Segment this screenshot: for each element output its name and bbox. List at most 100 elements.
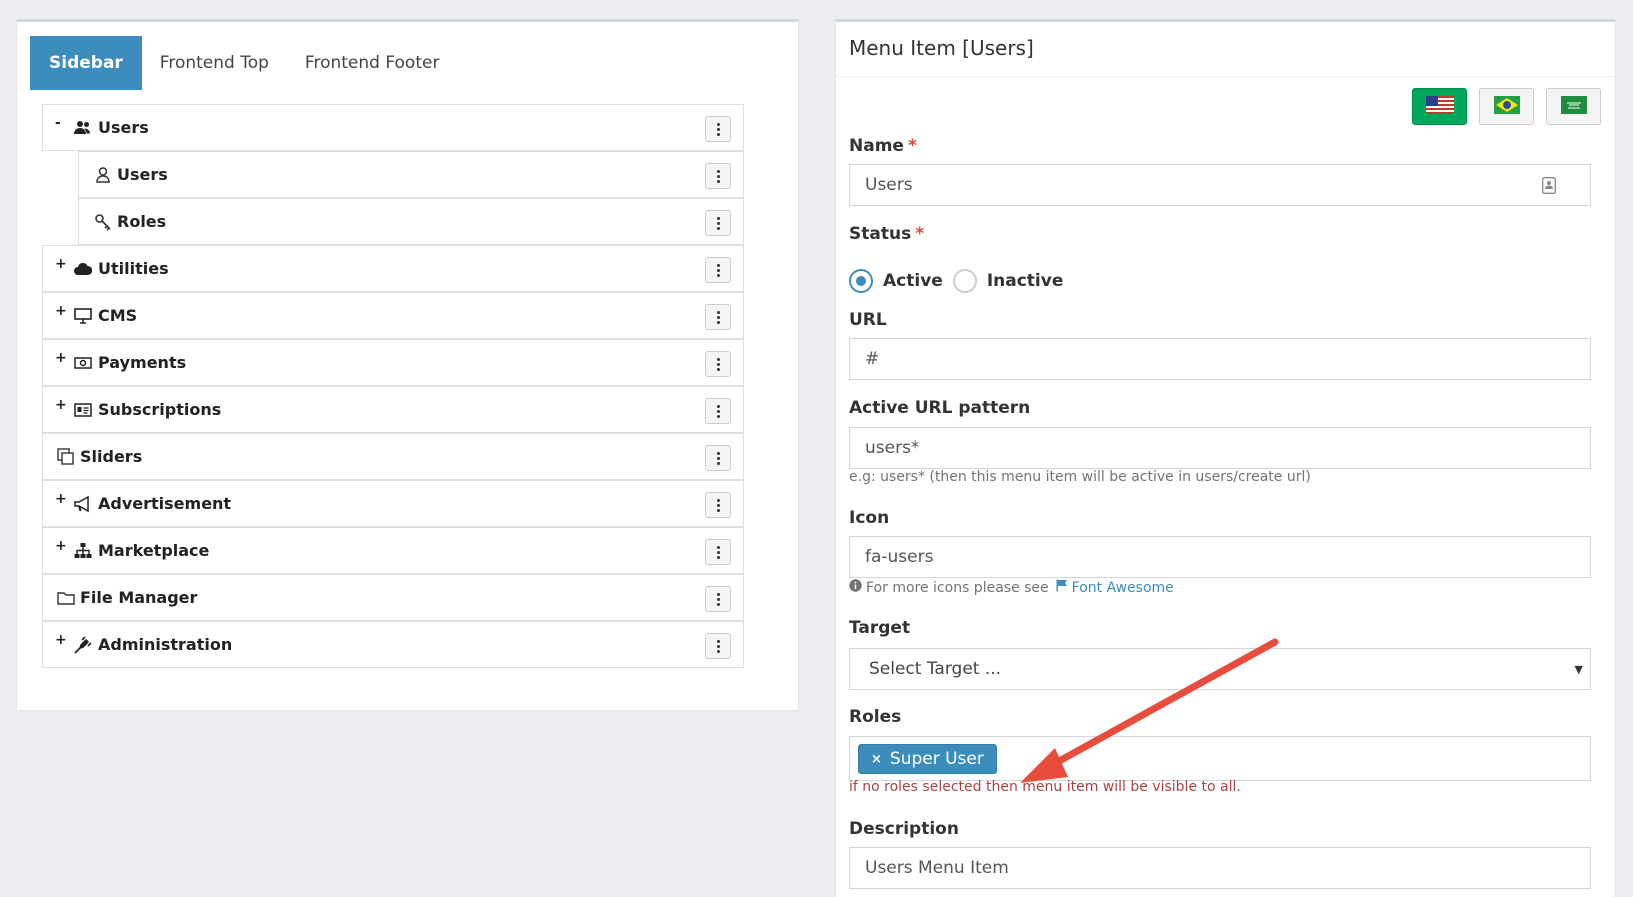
expand-toggle[interactable]: + [55, 632, 67, 648]
status-inactive-radio[interactable] [952, 269, 977, 293]
info-circle-icon [849, 579, 862, 596]
expand-toggle[interactable]: + [55, 256, 67, 272]
divider [836, 76, 1615, 77]
menu-item-payments[interactable]: + Payments [42, 339, 744, 386]
status-active-radio[interactable] [849, 269, 873, 293]
id-card-icon [74, 401, 92, 419]
remove-tag-icon[interactable]: × [871, 752, 882, 767]
expand-toggle[interactable]: + [55, 397, 67, 413]
menu-item-file-manager[interactable]: File Manager [42, 574, 744, 621]
cloud-icon [74, 260, 93, 278]
item-actions-button[interactable] [705, 398, 731, 424]
desktop-icon [74, 307, 92, 325]
icon-help-text: For more icons please see [866, 579, 1049, 596]
menu-item-label: Utilities [98, 259, 169, 278]
saudi-flag-icon [1560, 95, 1587, 118]
item-actions-button[interactable] [705, 586, 731, 612]
language-switcher [1412, 88, 1601, 125]
menu-item-label: Users [98, 118, 149, 137]
menu-item-cms[interactable]: + CMS [42, 292, 744, 339]
flag-icon [1056, 579, 1068, 596]
language-button-ar[interactable] [1546, 88, 1601, 125]
menu-item-label: File Manager [80, 588, 198, 607]
tab-sidebar[interactable]: Sidebar [30, 36, 142, 90]
plug-icon [74, 636, 92, 654]
item-actions-button[interactable] [705, 539, 731, 565]
item-actions-button[interactable] [705, 492, 731, 518]
item-actions-button[interactable] [705, 163, 731, 189]
bullhorn-icon [74, 495, 92, 513]
menu-item-roles[interactable]: Roles [78, 198, 744, 245]
description-label: Description [849, 819, 959, 839]
roles-label: Roles [849, 707, 902, 727]
icon-input[interactable] [849, 536, 1591, 578]
name-label: Name * [849, 136, 917, 156]
roles-multiselect[interactable]: × Super User [849, 736, 1591, 781]
menu-item-form-panel: Menu Item [Users] Name* Status* Active I… [835, 19, 1616, 897]
menu-item-users-group[interactable]: - Users [42, 104, 744, 151]
money-icon [74, 354, 92, 372]
tab-frontend-top[interactable]: Frontend Top [142, 36, 287, 90]
menu-tree-panel: Sidebar Frontend Top Frontend Footer - U… [16, 19, 799, 711]
target-select[interactable]: Select Target ... ▼ [849, 648, 1591, 690]
target-label: Target [849, 618, 911, 638]
status-radio-group: Active Inactive [849, 269, 1063, 293]
contact-card-icon [1542, 177, 1556, 198]
expand-toggle[interactable]: + [55, 350, 67, 366]
menu-item-sliders[interactable]: Sliders [42, 433, 744, 480]
menu-item-label: Marketplace [98, 541, 210, 560]
menu-item-administration[interactable]: + Administration [42, 621, 744, 668]
status-active-label: Active [883, 271, 943, 291]
item-actions-button[interactable] [705, 304, 731, 330]
menu-item-subscriptions[interactable]: + Subscriptions [42, 386, 744, 433]
name-input[interactable] [849, 164, 1591, 206]
menu-item-label: Advertisement [98, 494, 232, 513]
menu-item-label: Administration [98, 635, 233, 654]
menu-item-label: Roles [117, 212, 167, 231]
brazil-flag-icon [1493, 95, 1520, 118]
item-actions-button[interactable] [705, 116, 731, 142]
item-actions-button[interactable] [705, 351, 731, 377]
expand-toggle[interactable]: + [55, 538, 67, 554]
item-actions-button[interactable] [705, 445, 731, 471]
language-button-en[interactable] [1412, 88, 1467, 125]
sitemap-icon [74, 542, 92, 560]
us-flag-icon [1425, 95, 1454, 118]
language-button-pt[interactable] [1479, 88, 1534, 125]
menu-item-marketplace[interactable]: + Marketplace [42, 527, 744, 574]
user-icon [94, 166, 112, 184]
status-label: Status * [849, 224, 925, 244]
expand-toggle[interactable]: + [55, 303, 67, 319]
role-tag: × Super User [858, 744, 997, 774]
icon-help: For more icons please see Font Awesome [849, 579, 1174, 596]
roles-help: if no roles selected then menu item will… [849, 779, 1241, 795]
icon-label: Icon [849, 508, 890, 528]
menu-item-utilities[interactable]: + Utilities [42, 245, 744, 292]
menu-location-tabs: Sidebar Frontend Top Frontend Footer [30, 36, 457, 90]
folder-icon [57, 589, 75, 607]
font-awesome-link[interactable]: Font Awesome [1072, 580, 1174, 596]
status-inactive-label: Inactive [986, 271, 1064, 291]
tab-frontend-footer[interactable]: Frontend Footer [287, 36, 458, 90]
menu-item-label: CMS [98, 306, 138, 325]
active-url-pattern-label: Active URL pattern [849, 398, 1031, 418]
users-icon [74, 119, 92, 137]
form-title: Menu Item [Users] [849, 36, 1034, 60]
role-tag-label: Super User [889, 749, 984, 769]
target-select-value: Select Target ... [869, 659, 1002, 679]
menu-item-users[interactable]: Users [78, 151, 744, 198]
expand-toggle[interactable]: + [55, 491, 67, 507]
item-actions-button[interactable] [705, 257, 731, 283]
item-actions-button[interactable] [705, 633, 731, 659]
item-actions-button[interactable] [705, 210, 731, 236]
menu-item-label: Subscriptions [98, 400, 222, 419]
active-url-pattern-help: e.g: users* (then this menu item will be… [849, 469, 1311, 485]
menu-item-advertisement[interactable]: + Advertisement [42, 480, 744, 527]
url-input[interactable] [849, 338, 1591, 380]
menu-item-label: Sliders [80, 447, 143, 466]
collapse-toggle[interactable]: - [55, 115, 61, 131]
description-input[interactable] [849, 847, 1591, 889]
active-url-pattern-input[interactable] [849, 427, 1591, 469]
url-label: URL [849, 310, 887, 330]
key-icon [94, 213, 112, 231]
